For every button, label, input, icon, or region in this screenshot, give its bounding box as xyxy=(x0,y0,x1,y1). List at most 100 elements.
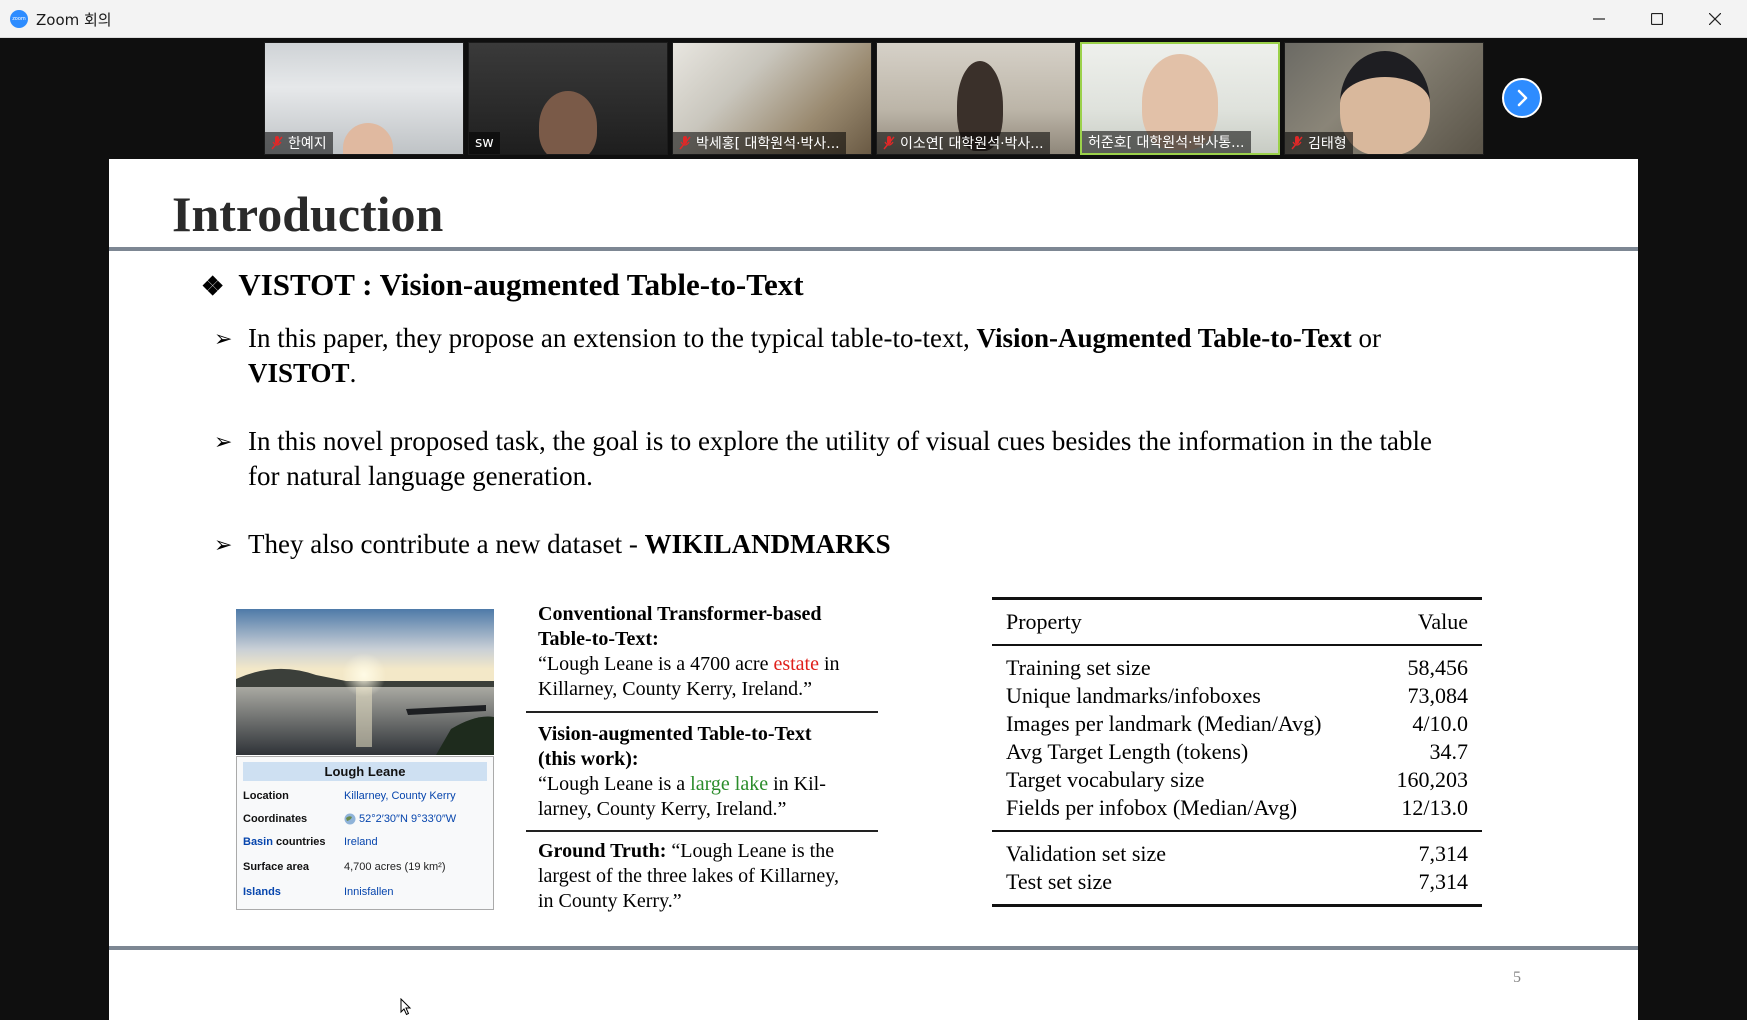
infobox-value-link: Killarney, County Kerry xyxy=(344,789,456,802)
table-rule xyxy=(992,904,1482,907)
arrow-bullet-icon: ➢ xyxy=(214,429,233,454)
close-icon xyxy=(1709,13,1721,25)
participant-tile-active-speaker[interactable]: 허준호[ 대학원석·박사통... xyxy=(1080,42,1280,155)
infobox-row: Location Killarney, County Kerry xyxy=(237,784,493,807)
vision-augmented-output: Vision-augmented Table-to-Text (this wor… xyxy=(526,722,878,822)
bullet-bold-text: Vision-Augmented Table-to-Text xyxy=(976,323,1352,353)
table-rule xyxy=(992,644,1482,646)
table-cell: Test set size xyxy=(1006,869,1112,894)
participant-tile[interactable]: 이소연[ 대학원석·박사... xyxy=(876,42,1076,155)
participant-name: 박세홍[ 대학원석·박사... xyxy=(696,136,840,152)
title-divider xyxy=(109,247,1638,251)
participant-tile[interactable]: 한예지 xyxy=(264,42,464,155)
mic-muted-icon xyxy=(1291,136,1303,150)
infobox-value-link: Innisfallen xyxy=(344,885,394,898)
infobox-key: Coordinates xyxy=(243,812,308,825)
bullet-item: ➢ They also contribute a new dataset - W… xyxy=(214,527,891,562)
table-cell: Training set size xyxy=(1006,655,1151,680)
vision-title: Vision-augmented Table-to-Text xyxy=(538,723,812,745)
participant-label: 허준호[ 대학원석·박사통... xyxy=(1082,131,1251,153)
infobox-key-link: Islands xyxy=(243,885,281,898)
table-cell: Unique landmarks/infoboxes xyxy=(1006,683,1261,708)
participant-name: 한예지 xyxy=(288,136,327,152)
slide-title: Introduction xyxy=(172,186,444,242)
table-row: Avg Target Length (tokens) 34.7 xyxy=(992,738,1482,766)
table-row: Test set size 7,314 xyxy=(992,868,1482,896)
error-highlight: estate xyxy=(773,653,819,675)
infobox-title: Lough Leane xyxy=(243,762,487,781)
participant-video xyxy=(1340,51,1430,154)
page-number: 5 xyxy=(1513,969,1521,986)
infobox-row: Coordinates 52°2′30″N 9°33′0″W xyxy=(237,807,493,830)
participant-tile[interactable]: 박세홍[ 대학원석·박사... xyxy=(672,42,872,155)
mic-muted-icon xyxy=(271,136,283,150)
infobox-value-link: 52°2′30″N 9°33′0″W xyxy=(359,812,457,825)
table-cell: 7,314 xyxy=(1418,869,1469,894)
participant-label: 이소연[ 대학원석·박사... xyxy=(877,132,1050,154)
bullet-item: ➢ In this novel proposed task, the goal … xyxy=(214,424,1432,494)
bullet-text: They also contribute a new dataset - xyxy=(248,529,645,559)
participant-strip: 한예지 sw 박세홍[ 대학원석·박사... 이소연[ 대학원석·박사... 허… xyxy=(0,38,1747,160)
footer-divider xyxy=(109,946,1638,950)
close-button[interactable] xyxy=(1686,0,1744,38)
arrow-bullet-icon: ➢ xyxy=(214,532,233,557)
participant-name: 김태형 xyxy=(1308,136,1347,152)
bullet-text: . xyxy=(349,358,357,388)
infobox-row: Basin countries Ireland xyxy=(237,830,493,853)
chevron-right-icon xyxy=(1517,89,1528,107)
mic-muted-icon xyxy=(679,136,691,150)
comparison-divider xyxy=(526,711,878,713)
next-participants-button[interactable] xyxy=(1502,78,1542,118)
participant-label: 한예지 xyxy=(265,132,333,154)
infobox-value-link: Ireland xyxy=(344,835,378,848)
arrow-bullet-icon: ➢ xyxy=(214,326,233,351)
output-text: Killarney, County Kerry, Ireland.” xyxy=(538,678,812,700)
table-cell: 4/10.0 xyxy=(1412,711,1468,736)
output-text: “Lough Leane is a 4700 acre xyxy=(538,653,774,675)
column-header-value: Value xyxy=(1417,609,1468,634)
table-cell: Target vocabulary size xyxy=(1006,767,1205,792)
globe-icon xyxy=(344,813,356,824)
table-row: Images per landmark (Median/Avg) 4/10.0 xyxy=(992,710,1482,738)
section-heading: ❖ VISTOT : Vision-augmented Table-to-Tex… xyxy=(201,267,804,303)
correct-highlight: large lake xyxy=(690,773,769,795)
table-row: Training set size 58,456 xyxy=(992,654,1482,682)
table-header: Property Value xyxy=(992,600,1482,644)
table-cell: Images per landmark (Median/Avg) xyxy=(1006,711,1322,736)
lake-photo xyxy=(236,609,494,755)
table-cell: 160,203 xyxy=(1396,767,1469,792)
participant-label: sw xyxy=(469,132,500,154)
maximize-icon xyxy=(1651,13,1663,25)
comparison-divider xyxy=(526,830,878,832)
mouse-cursor-icon xyxy=(400,998,412,1016)
table-cell: 58,456 xyxy=(1407,655,1469,680)
minimize-button[interactable] xyxy=(1570,0,1628,38)
window-titlebar: zoom Zoom 회의 xyxy=(0,0,1747,38)
maximize-button[interactable] xyxy=(1628,0,1686,38)
participant-tile[interactable]: 김태형 xyxy=(1284,42,1484,155)
ground-truth-label: Ground Truth: xyxy=(538,840,667,862)
bullet-item: ➢ In this paper, they propose an extensi… xyxy=(214,321,1381,391)
conventional-title: Conventional Transformer-based xyxy=(538,603,822,625)
output-text: in Kil- xyxy=(768,773,826,795)
participant-name: 허준호[ 대학원석·박사통... xyxy=(1088,135,1245,151)
bullet-bold-text: VISTOT xyxy=(248,358,350,388)
participant-tile[interactable]: sw xyxy=(468,42,668,155)
output-text: “Lough Leane is a xyxy=(538,773,691,795)
shared-screen-slide: Introduction ❖ VISTOT : Vision-augmented… xyxy=(109,159,1638,1020)
output-text: “Lough Leane is the xyxy=(666,840,835,862)
table-rule xyxy=(992,830,1482,832)
column-header-property: Property xyxy=(1006,609,1082,634)
output-text: in County Kerry.” xyxy=(538,890,682,912)
infobox-key: Location xyxy=(243,789,289,802)
infobox-row: Surface area 4,700 acres (19 km²) xyxy=(237,853,493,880)
participant-name: 이소연[ 대학원석·박사... xyxy=(900,136,1044,152)
infobox-key: Surface area xyxy=(243,860,310,873)
conventional-output: Conventional Transformer-based Table-to-… xyxy=(526,602,878,702)
window-title: Zoom 회의 xyxy=(36,11,112,29)
table-cell: Validation set size xyxy=(1006,841,1167,866)
table-row: Unique landmarks/infoboxes 73,084 xyxy=(992,682,1482,710)
diamond-bullet-icon: ❖ xyxy=(201,272,225,301)
wikipedia-infobox: Lough Leane Location Killarney, County K… xyxy=(236,756,494,910)
ground-truth-output: Ground Truth: “Lough Leane is the larges… xyxy=(526,839,878,914)
